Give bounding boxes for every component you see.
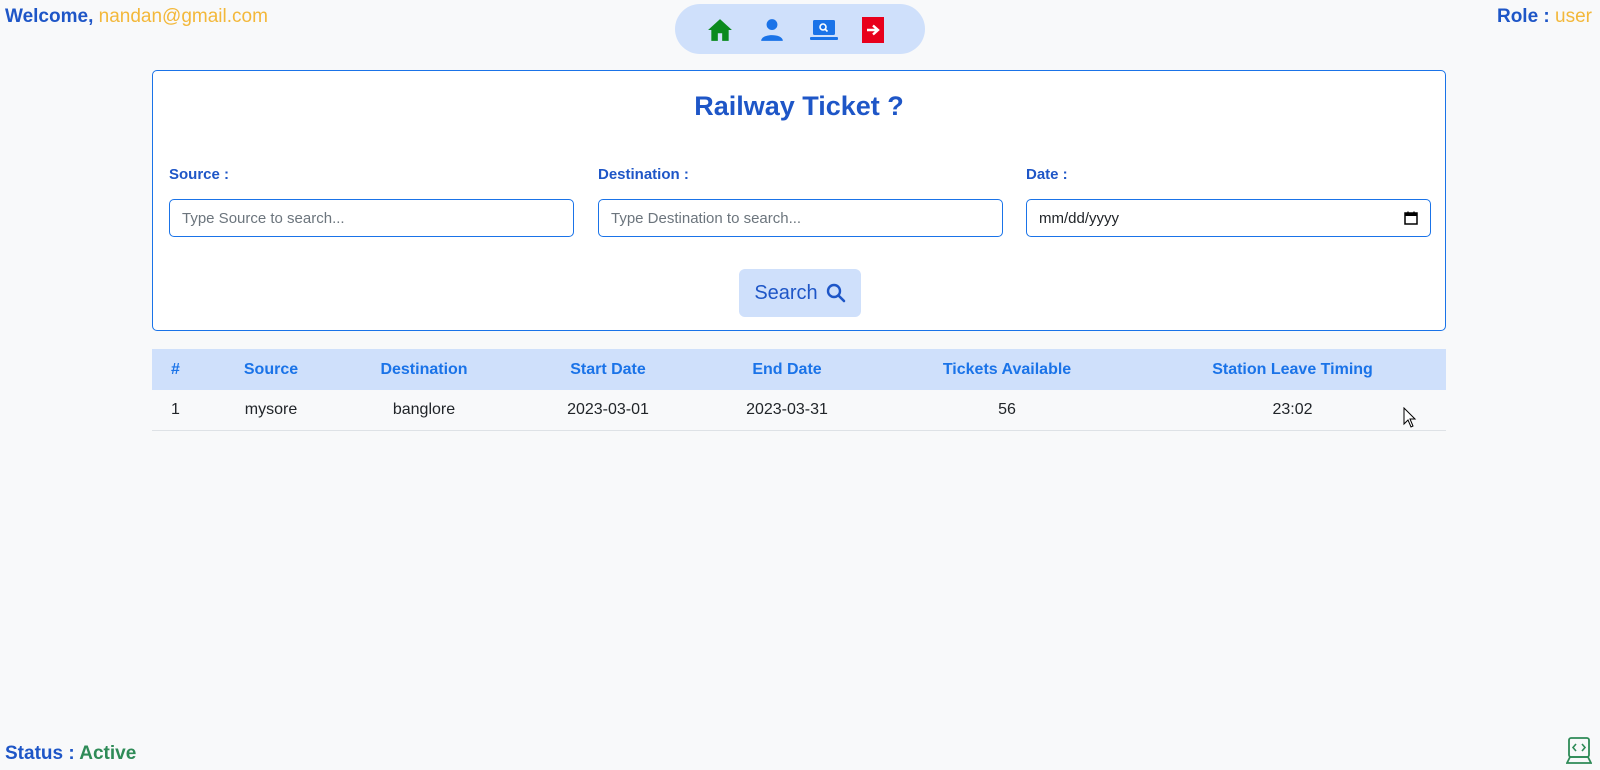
search-card: Railway Ticket ? Source : Destination : … bbox=[152, 70, 1446, 331]
status-label: Status : bbox=[5, 743, 75, 764]
mouse-cursor-icon bbox=[1403, 406, 1417, 429]
status-value: Active bbox=[79, 743, 137, 764]
cell-start-date: 2023-03-01 bbox=[517, 390, 699, 431]
table-header-row: # Source Destination Start Date End Date… bbox=[152, 349, 1446, 390]
calendar-icon[interactable] bbox=[1404, 211, 1418, 225]
col-header-end-date: End Date bbox=[699, 349, 875, 390]
col-header-destination: Destination bbox=[331, 349, 517, 390]
date-label: Date : bbox=[1026, 166, 1068, 183]
cell-destination: banglore bbox=[331, 390, 517, 431]
laptop-search-icon[interactable] bbox=[810, 17, 838, 43]
cell-station-leave-timing: 23:02 bbox=[1139, 390, 1446, 431]
role-value: user bbox=[1555, 6, 1592, 27]
col-header-station-leave-timing: Station Leave Timing bbox=[1139, 349, 1446, 390]
welcome-text: Welcome, nandan@gmail.com bbox=[5, 6, 268, 28]
search-button[interactable]: Search bbox=[739, 269, 861, 317]
source-label: Source : bbox=[169, 166, 230, 183]
cell-source: mysore bbox=[211, 390, 331, 431]
col-header-source: Source bbox=[211, 349, 331, 390]
cell-tickets-available: 56 bbox=[875, 390, 1139, 431]
search-button-label: Search bbox=[754, 281, 818, 304]
col-header-tickets-available: Tickets Available bbox=[875, 349, 1139, 390]
col-header-index: # bbox=[152, 349, 211, 390]
welcome-label: Welcome, bbox=[5, 6, 94, 27]
user-icon[interactable] bbox=[758, 17, 786, 43]
search-icon bbox=[826, 283, 845, 303]
col-header-start-date: Start Date bbox=[517, 349, 699, 390]
role-label: Role : bbox=[1496, 6, 1550, 27]
page-title: Railway Ticket ? bbox=[694, 91, 904, 121]
cell-index: 1 bbox=[152, 390, 211, 431]
home-icon[interactable] bbox=[706, 17, 734, 43]
destination-input[interactable] bbox=[598, 199, 1003, 237]
date-input[interactable]: mm/dd/yyyy bbox=[1026, 199, 1431, 237]
source-input[interactable] bbox=[169, 199, 574, 237]
role-text: Role : user bbox=[1497, 6, 1592, 28]
status-text: Status : Active bbox=[5, 743, 136, 765]
nav-bar bbox=[675, 4, 925, 54]
user-email: nandan@gmail.com bbox=[98, 6, 268, 27]
tickets-table: # Source Destination Start Date End Date… bbox=[152, 349, 1446, 431]
table-row[interactable]: 1 mysore banglore 2023-03-01 2023-03-31 … bbox=[152, 390, 1446, 431]
logout-icon[interactable] bbox=[862, 17, 884, 43]
destination-label: Destination : bbox=[598, 166, 689, 183]
date-placeholder: mm/dd/yyyy bbox=[1039, 210, 1120, 227]
code-laptop-icon[interactable] bbox=[1565, 737, 1593, 765]
cell-end-date: 2023-03-31 bbox=[699, 390, 875, 431]
